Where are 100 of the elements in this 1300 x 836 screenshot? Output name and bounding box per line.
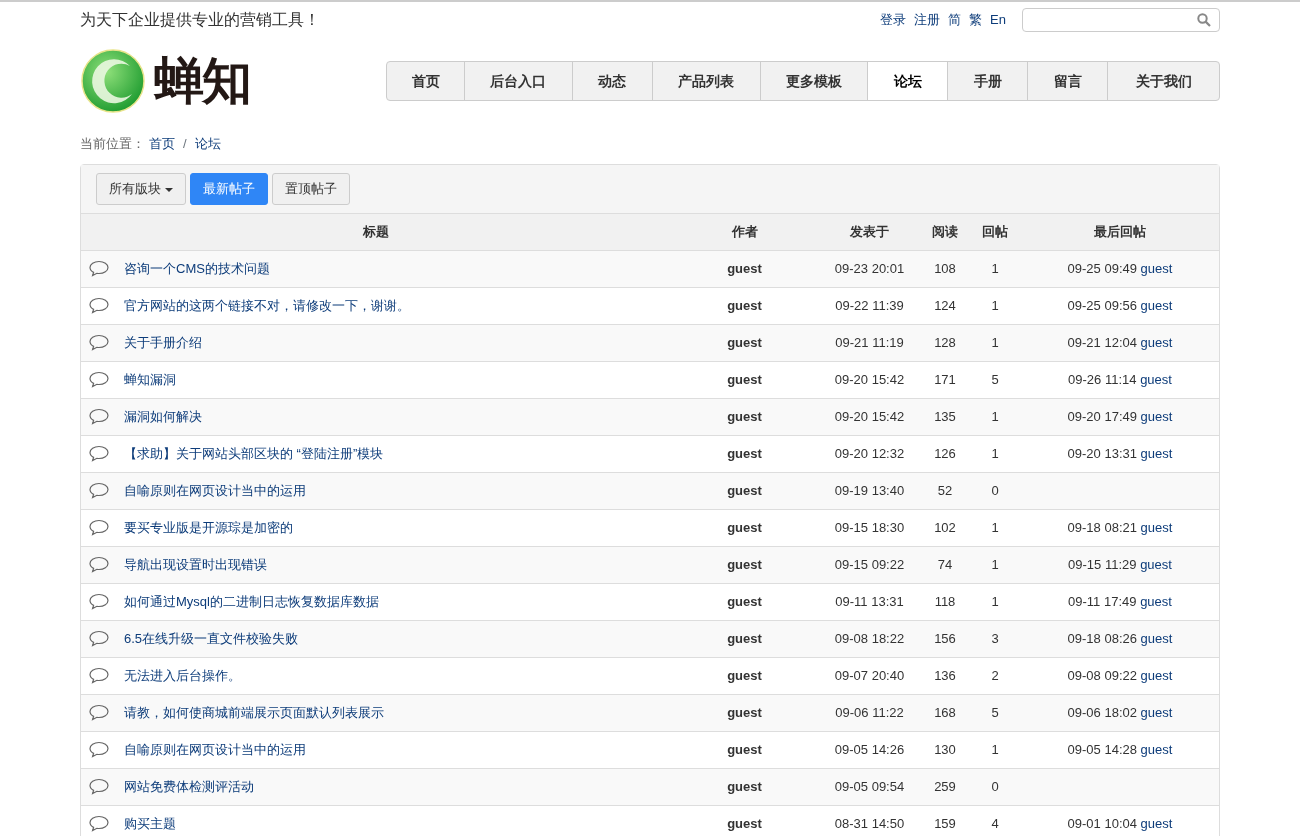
post-title-link[interactable]: 无法进入后台操作。 xyxy=(124,665,241,686)
posted-time-cell: 09-21 11:19 xyxy=(818,324,921,361)
speech-bubble-icon xyxy=(89,297,109,314)
board-dropdown[interactable]: 所有版块 xyxy=(96,173,186,205)
author-cell: guest xyxy=(671,546,818,583)
post-title-link[interactable]: 咨询一个CMS的技术问题 xyxy=(124,258,270,279)
replies-cell: 0 xyxy=(969,472,1021,509)
post-title-link[interactable]: 网站免费体检测评活动 xyxy=(124,776,254,797)
last-reply-user-link[interactable]: guest xyxy=(1140,630,1173,646)
last-reply-user-link[interactable]: guest xyxy=(1140,371,1172,387)
author-cell: guest xyxy=(671,694,818,731)
post-title-link[interactable]: 购买主题 xyxy=(124,814,176,834)
posted-time-cell: 09-19 13:40 xyxy=(818,472,921,509)
views-cell: 135 xyxy=(921,398,969,435)
last-reply-user-link[interactable]: guest xyxy=(1140,297,1173,313)
last-reply-time: 09-25 09:56 xyxy=(1067,297,1137,313)
posted-time-cell: 09-20 15:42 xyxy=(818,398,921,435)
last-reply-user-link[interactable]: guest xyxy=(1140,741,1173,757)
last-reply-user-link[interactable]: guest xyxy=(1140,334,1173,350)
last-reply-time: 09-05 14:28 xyxy=(1067,741,1137,757)
last-reply-user-link[interactable]: guest xyxy=(1140,408,1173,424)
last-reply-time: 09-26 11:14 xyxy=(1068,371,1137,387)
views-cell: 168 xyxy=(921,694,969,731)
column-header: 作者 xyxy=(671,214,818,250)
last-reply-time: 09-18 08:26 xyxy=(1067,630,1137,646)
last-reply-user-link[interactable]: guest xyxy=(1140,704,1173,720)
last-reply-time: 09-20 17:49 xyxy=(1067,408,1137,424)
header-link[interactable]: 注册 xyxy=(914,10,941,30)
search-icon[interactable] xyxy=(1197,13,1211,27)
last-reply-user-link[interactable]: guest xyxy=(1140,667,1173,683)
views-cell: 156 xyxy=(921,620,969,657)
last-reply-user-link[interactable]: guest xyxy=(1140,593,1172,609)
filter-button[interactable]: 置顶帖子 xyxy=(272,173,350,205)
post-title-link[interactable]: 自喻原则在网页设计当中的运用 xyxy=(124,480,306,501)
nav-tab[interactable]: 手册 xyxy=(947,62,1028,100)
last-reply-user-link[interactable]: guest xyxy=(1140,556,1172,572)
speech-bubble-icon xyxy=(89,704,109,721)
author-cell: guest xyxy=(671,250,818,287)
speech-bubble-icon xyxy=(89,482,109,499)
slogan-text: 为天下企业提供专业的营销工具！ xyxy=(80,10,320,30)
post-title-link[interactable]: 漏洞如何解决 xyxy=(124,406,202,427)
caret-icon xyxy=(165,187,173,192)
header-link[interactable]: En xyxy=(990,10,1006,30)
posted-time-cell: 09-15 09:22 xyxy=(818,546,921,583)
replies-cell: 1 xyxy=(969,398,1021,435)
speech-bubble-icon xyxy=(89,593,109,610)
post-title-link[interactable]: 自喻原则在网页设计当中的运用 xyxy=(124,739,306,760)
speech-bubble-icon xyxy=(89,741,109,758)
last-reply-time: 09-01 10:04 xyxy=(1067,816,1137,831)
post-title-link[interactable]: 【求助】关于网站头部区块的 “登陆注册”模块 xyxy=(124,443,384,464)
nav-tab[interactable]: 动态 xyxy=(571,62,652,100)
last-reply-user-link[interactable]: guest xyxy=(1140,445,1173,461)
author-cell: guest xyxy=(671,324,818,361)
last-reply-user-link[interactable]: guest xyxy=(1140,519,1173,535)
post-title-link[interactable]: 6.5在线升级一直文件校验失败 xyxy=(124,628,299,649)
speech-bubble-icon xyxy=(89,445,109,462)
last-reply-time: 09-20 13:31 xyxy=(1067,445,1137,461)
replies-cell: 3 xyxy=(969,620,1021,657)
speech-bubble-icon xyxy=(89,260,109,277)
nav-tab[interactable]: 首页 xyxy=(387,62,465,100)
column-header: 标题 xyxy=(81,214,671,250)
header-link[interactable]: 登录 xyxy=(880,10,907,30)
last-reply-user-link[interactable]: guest xyxy=(1140,260,1173,276)
replies-cell: 1 xyxy=(969,250,1021,287)
logo-icon xyxy=(80,48,146,114)
last-reply-time: 09-15 11:29 xyxy=(1068,556,1137,572)
filter-button[interactable]: 最新帖子 xyxy=(190,173,268,205)
nav-tab[interactable]: 产品列表 xyxy=(651,62,760,100)
posted-time-cell: 09-06 11:22 xyxy=(818,694,921,731)
speech-bubble-icon xyxy=(89,408,109,425)
column-header: 回帖 xyxy=(969,214,1021,250)
author-cell: guest xyxy=(671,472,818,509)
speech-bubble-icon xyxy=(89,667,109,684)
speech-bubble-icon xyxy=(89,334,109,351)
breadcrumb-label: 当前位置： xyxy=(80,135,145,154)
nav-tab[interactable]: 后台入口 xyxy=(464,62,572,100)
search-field[interactable] xyxy=(1022,8,1220,32)
nav-tab[interactable]: 留言 xyxy=(1027,62,1108,100)
breadcrumb-link[interactable]: 首页 xyxy=(149,134,175,154)
post-title-link[interactable]: 如何通过Mysql的二进制日志恢复数据库数据 xyxy=(124,591,379,612)
post-title-link[interactable]: 要买专业版是开源琮是加密的 xyxy=(124,517,293,538)
post-title-link[interactable]: 官方网站的这两个链接不对，请修改一下，谢谢。 xyxy=(124,295,410,316)
nav-tab[interactable]: 关于我们 xyxy=(1107,62,1219,100)
author-cell: guest xyxy=(671,768,818,805)
column-header: 阅读 xyxy=(921,214,969,250)
logo-text: 蝉知 xyxy=(154,56,250,106)
replies-cell: 4 xyxy=(969,805,1021,836)
speech-bubble-icon xyxy=(89,778,109,795)
post-title-link[interactable]: 关于手册介绍 xyxy=(124,332,202,353)
author-cell: guest xyxy=(671,805,818,836)
views-cell: 259 xyxy=(921,768,969,805)
post-title-link[interactable]: 导航出现设置时出现错误 xyxy=(124,554,267,575)
header-link[interactable]: 繁 xyxy=(969,10,983,30)
last-reply-time: 09-25 09:49 xyxy=(1067,260,1137,276)
header-link[interactable]: 简 xyxy=(948,10,962,30)
last-reply-user-link[interactable]: guest xyxy=(1140,816,1173,831)
author-cell: guest xyxy=(671,398,818,435)
post-title-link[interactable]: 蝉知漏洞 xyxy=(124,369,176,390)
last-reply-time: 09-06 18:02 xyxy=(1067,704,1137,720)
nav-tab[interactable]: 论坛 xyxy=(867,62,948,100)
